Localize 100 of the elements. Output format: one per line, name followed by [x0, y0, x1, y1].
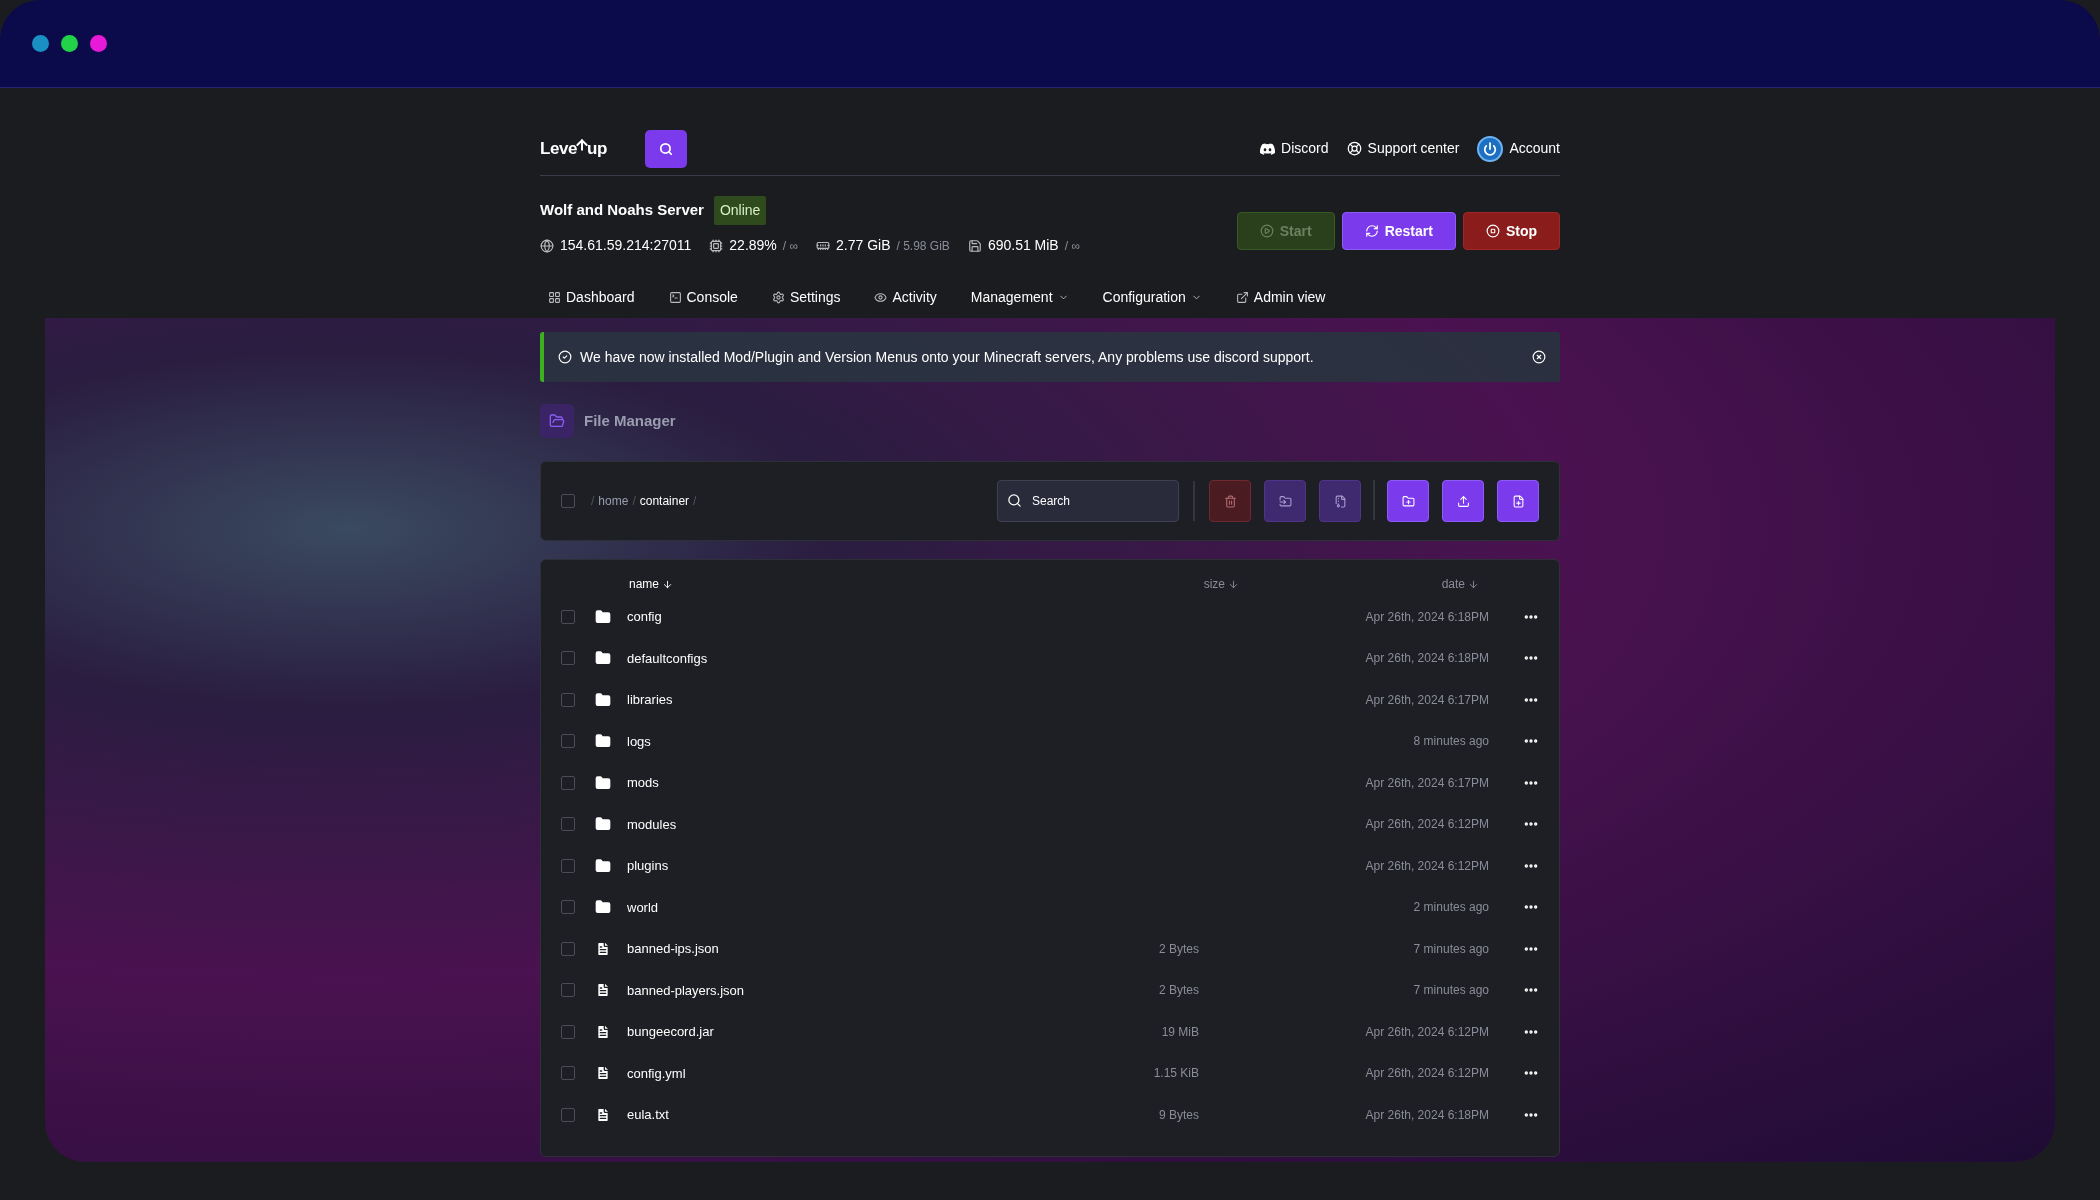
select-all-checkbox[interactable]: [561, 494, 575, 508]
file-row[interactable]: mods Apr 26th, 2024 6:17PM: [541, 762, 1559, 804]
file-size: 1.15 KiB: [1153, 1065, 1199, 1083]
file-row[interactable]: config.yml 1.15 KiB Apr 26th, 2024 6:12PM: [541, 1052, 1559, 1094]
nav-tab[interactable]: Settings: [771, 286, 841, 308]
file-date: Apr 26th, 2024 6:17PM: [1365, 691, 1489, 709]
file-name: plugins: [627, 858, 669, 873]
file-size: 9 Bytes: [1158, 1106, 1199, 1124]
row-checkbox[interactable]: [561, 609, 575, 624]
nav-tab[interactable]: Admin view: [1235, 286, 1326, 308]
file-name: banned-players.json: [627, 982, 745, 998]
row-checkbox[interactable]: [561, 900, 575, 915]
file-row[interactable]: defaultconfigs Apr 26th, 2024 6:18PM: [541, 637, 1559, 679]
external-link-icon: [1235, 290, 1249, 304]
file-name: world: [627, 899, 659, 915]
folder-icon: [595, 816, 611, 833]
nav-tab[interactable]: Configuration: [1102, 286, 1202, 308]
row-checkbox[interactable]: [561, 817, 575, 832]
nav-tab[interactable]: Activity: [874, 286, 937, 308]
brand-logo-text: Leve: [540, 137, 578, 160]
file-plus-icon: [1511, 494, 1525, 508]
archive-icon: [1333, 494, 1347, 508]
stop-button[interactable]: Stop: [1462, 212, 1560, 250]
row-checkbox[interactable]: [561, 1107, 575, 1122]
file-row[interactable]: libraries Apr 26th, 2024 6:17PM: [541, 679, 1559, 721]
nav-tab[interactable]: Console: [668, 286, 738, 308]
notice-text: We have now installed Mod/Plugin and Version Menus onto your Minecraft servers, Any problems use discord support.: [580, 347, 1314, 367]
file-name: logs: [627, 733, 651, 749]
file-date: Apr 26th, 2024 6:12PM: [1365, 857, 1489, 875]
nav-link[interactable]: Account: [1477, 135, 1560, 162]
file-size: 2 Bytes: [1158, 982, 1199, 1000]
column-header[interactable]: size: [1203, 575, 1239, 593]
file-name: eula.txt: [627, 1107, 669, 1122]
page-title: File Manager: [584, 410, 676, 431]
breadcrumb-link[interactable]: home: [598, 492, 629, 510]
column-header[interactable]: date: [1441, 575, 1479, 593]
file-name: bungeecord.jar: [627, 1024, 714, 1039]
file-row[interactable]: modules Apr 26th, 2024 6:12PM: [541, 803, 1559, 845]
close-icon[interactable]: [1532, 350, 1546, 364]
file-date: Apr 26th, 2024 6:12PM: [1365, 816, 1489, 834]
search-button[interactable]: [645, 129, 687, 168]
nav-tab[interactable]: Dashboard: [548, 286, 635, 308]
file-row[interactable]: world 2 minutes ago: [541, 886, 1559, 928]
search-icon: [659, 141, 673, 156]
row-checkbox[interactable]: [561, 734, 575, 749]
upload-button[interactable]: [1442, 480, 1484, 522]
stat-value: 2.77 GiB: [836, 236, 891, 255]
file-name: banned-ips.json: [627, 941, 719, 956]
stat-value: 154.61.59.214:27011: [560, 236, 692, 255]
sort-arrow-icon: [1468, 578, 1479, 590]
search-icon: [1007, 493, 1022, 508]
check-circle-icon: [558, 350, 572, 364]
breadcrumb-separator: /: [591, 493, 595, 510]
stop-icon: [1485, 224, 1500, 238]
row-checkbox[interactable]: [561, 1024, 575, 1039]
row-checkbox[interactable]: [561, 692, 575, 707]
stat-limit: / 5.98 GiB: [896, 237, 950, 255]
breadcrumb-separator: /: [632, 493, 636, 510]
cpu-icon: [709, 238, 724, 253]
folder-icon: [595, 899, 611, 916]
breadcrumb-separator: /: [693, 493, 697, 510]
file-row[interactable]: banned-ips.json 2 Bytes 7 minutes ago: [541, 928, 1559, 970]
account-avatar-icon: [1477, 135, 1504, 162]
file-date: Apr 26th, 2024 6:18PM: [1365, 1106, 1489, 1124]
file-date: Apr 26th, 2024 6:18PM: [1365, 608, 1489, 626]
row-checkbox[interactable]: [561, 941, 575, 956]
nav-tab[interactable]: Management: [970, 286, 1069, 308]
settings-icon: [771, 290, 785, 304]
folder-icon: [595, 733, 611, 750]
globe-icon: [540, 238, 554, 253]
file-icon: [595, 1023, 611, 1040]
file-icon: [595, 1106, 611, 1123]
file-icon: [595, 1065, 611, 1082]
row-checkbox[interactable]: [561, 983, 575, 998]
row-checkbox[interactable]: [561, 1066, 575, 1081]
folder-plus-icon: [1401, 494, 1415, 508]
sort-arrow-icon: [662, 578, 674, 590]
file-row[interactable]: config Apr 26th, 2024 6:18PM: [541, 596, 1559, 638]
row-checkbox[interactable]: [561, 775, 575, 790]
file-row[interactable]: logs 8 minutes ago: [541, 720, 1559, 762]
support-icon: [1346, 141, 1362, 156]
nav-link[interactable]: Discord: [1260, 138, 1329, 159]
file-date: Apr 26th, 2024 6:18PM: [1365, 650, 1489, 668]
row-checkbox[interactable]: [561, 858, 575, 873]
file-name: mods: [627, 775, 659, 790]
nav-link[interactable]: Support center: [1346, 138, 1460, 159]
file-row[interactable]: bungeecord.jar 19 MiB Apr 26th, 2024 6:12PM: [541, 1011, 1559, 1053]
search-field[interactable]: Search: [997, 480, 1179, 522]
file-row[interactable]: banned-players.json 2 Bytes 7 minutes ago: [541, 969, 1559, 1011]
file-row[interactable]: eula.txt 9 Bytes Apr 26th, 2024 6:18PM: [541, 1094, 1559, 1136]
column-header[interactable]: name: [629, 575, 674, 593]
server-name: Wolf and Noahs Server: [540, 200, 704, 221]
file-name: modules: [627, 816, 677, 832]
file-date: Apr 26th, 2024 6:17PM: [1365, 774, 1489, 792]
new-file-button[interactable]: [1497, 480, 1539, 522]
new-folder-button[interactable]: [1387, 480, 1429, 522]
file-row[interactable]: plugins Apr 26th, 2024 6:12PM: [541, 845, 1559, 887]
row-checkbox[interactable]: [561, 651, 575, 666]
file-date: 7 minutes ago: [1413, 982, 1489, 1000]
restart-button[interactable]: Restart: [1341, 212, 1456, 250]
